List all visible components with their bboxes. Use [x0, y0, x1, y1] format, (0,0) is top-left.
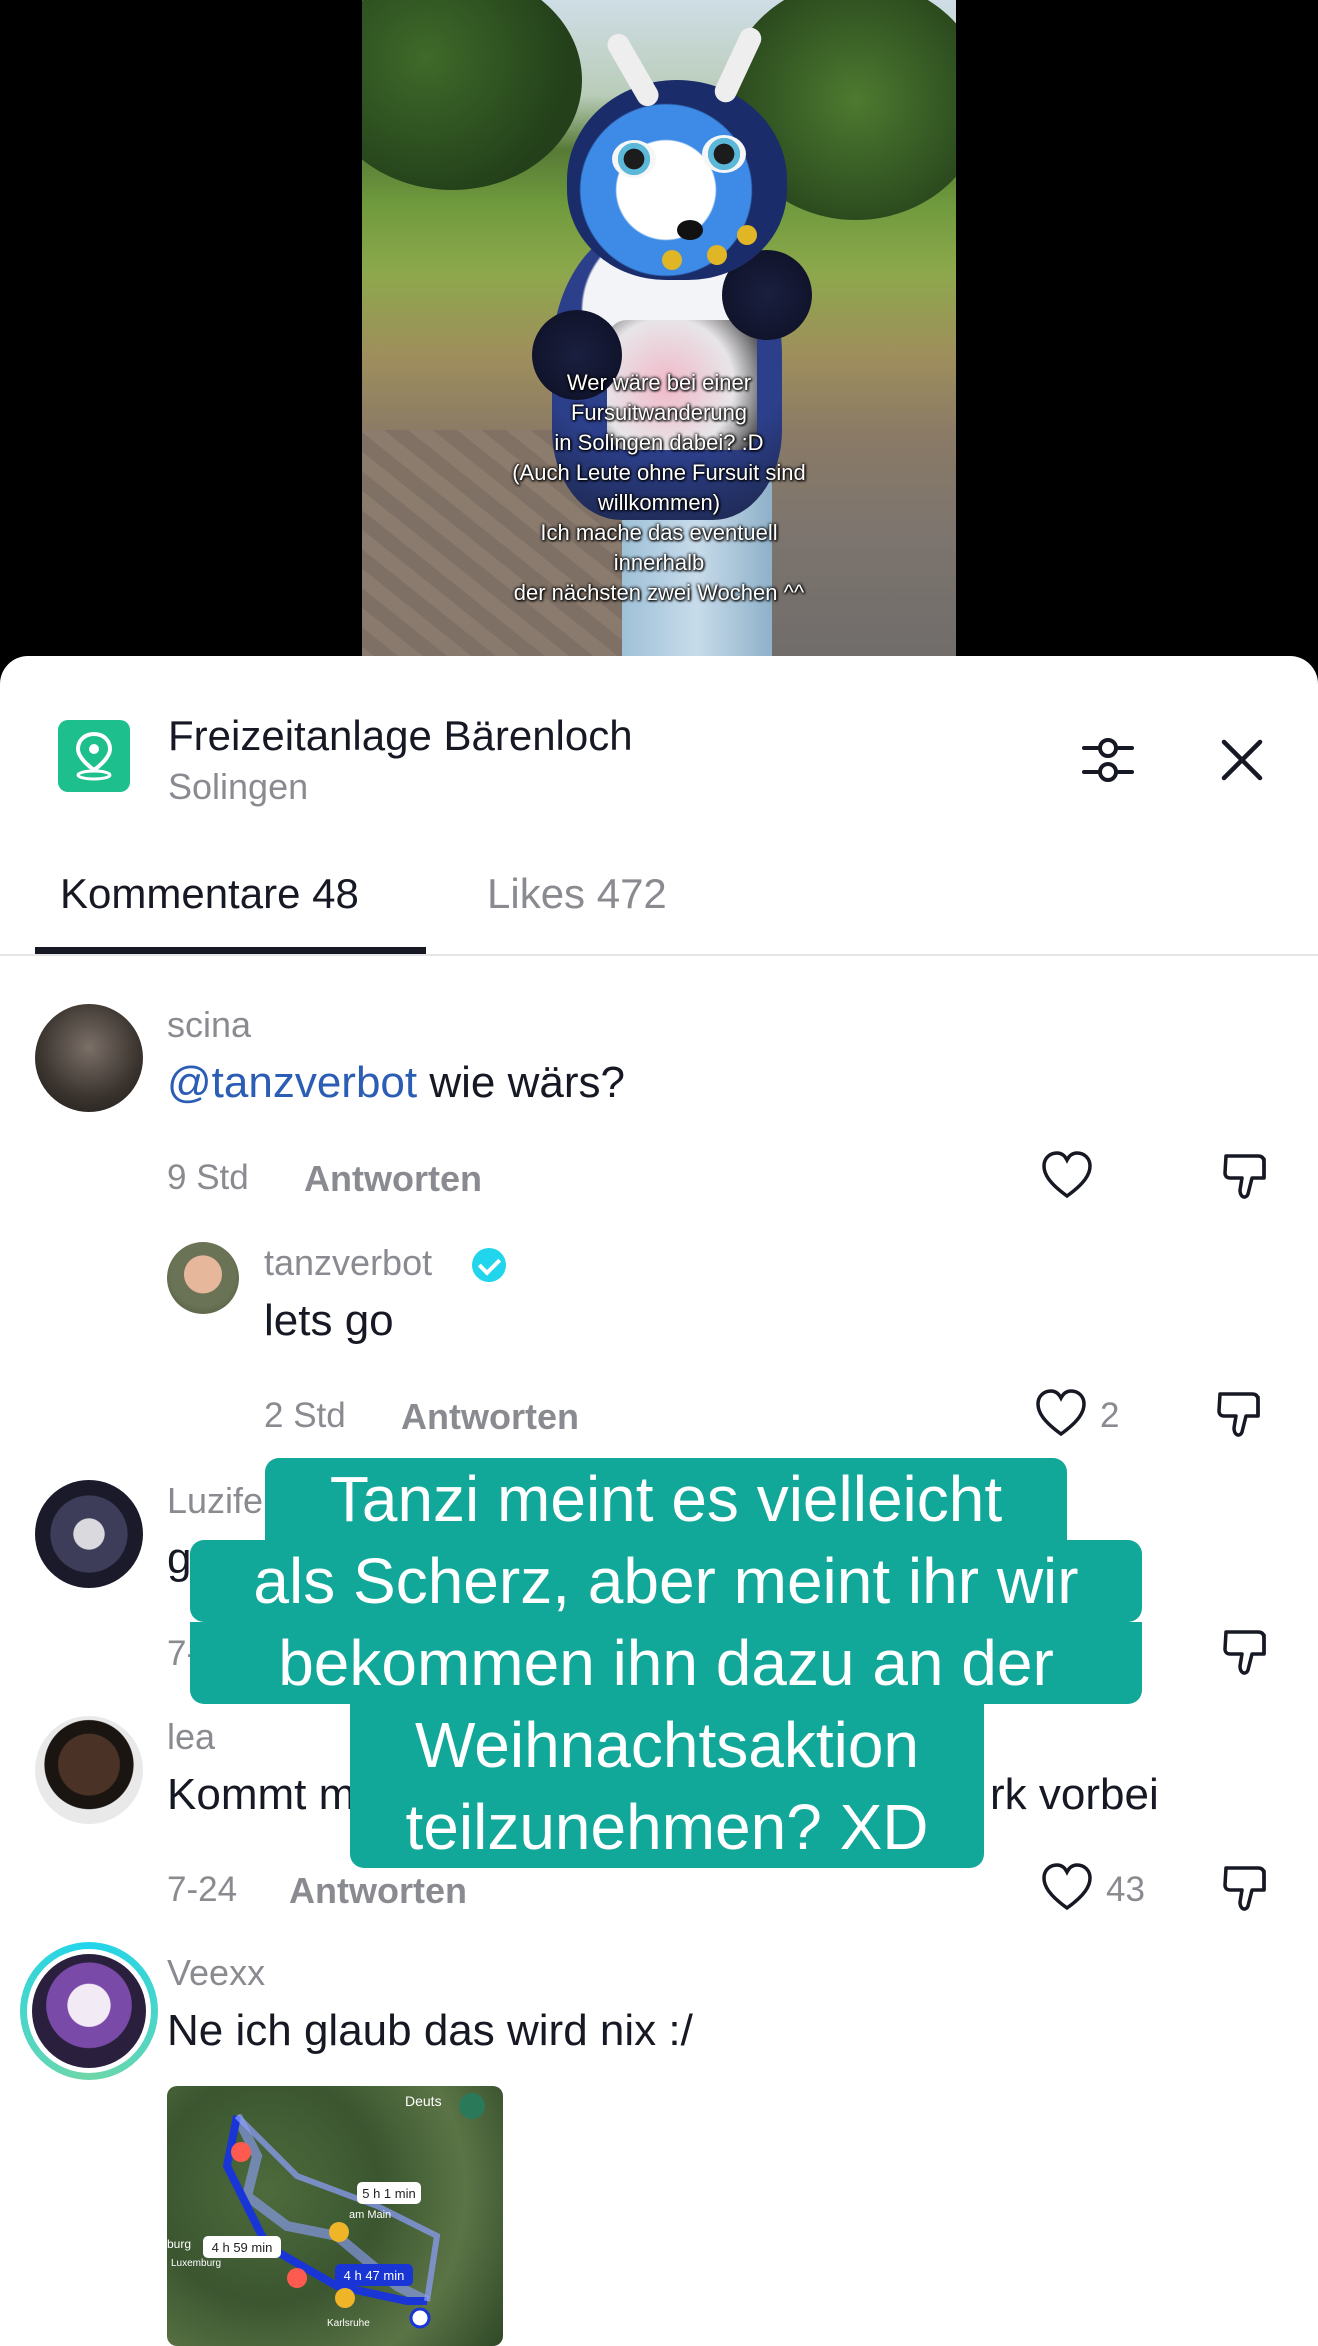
comment-time: 2 Std — [264, 1396, 346, 1435]
like-count: 2 — [1100, 1396, 1120, 1435]
comment-username[interactable]: lea — [167, 1716, 215, 1758]
reply-button[interactable]: Antworten — [304, 1158, 482, 1200]
overlay-line: Tanzi meint es vielleicht — [265, 1458, 1067, 1540]
location-title: Freizeitanlage Bärenloch — [168, 712, 633, 759]
heart-icon[interactable] — [1039, 1148, 1095, 1204]
map-label: Karlsruhe — [327, 2318, 370, 2329]
comment-username[interactable]: Luzife — [167, 1480, 263, 1522]
verified-badge-icon — [472, 1248, 506, 1282]
comment-image-map[interactable]: 5 h 1 min 4 h 59 min 4 h 47 min Deuts am… — [167, 2086, 503, 2346]
comment-username[interactable]: Veexx — [167, 1952, 265, 1994]
map-label: Deuts — [405, 2093, 442, 2109]
avatar[interactable] — [35, 1480, 143, 1588]
dislike-icon[interactable] — [1218, 1624, 1274, 1680]
overlay-line: Weihnachtsaktion — [350, 1704, 984, 1786]
location-header[interactable]: Freizeitanlage Bärenloch Solingen — [0, 656, 1318, 826]
like-count: 43 — [1106, 1870, 1145, 1909]
close-button[interactable] — [1214, 732, 1270, 788]
tab-comments[interactable]: Kommentare 48 — [60, 870, 359, 918]
map-label: burg — [167, 2237, 191, 2251]
map-label: Luxemburg — [171, 2258, 221, 2269]
overlay-line: als Scherz, aber meint ihr wir — [190, 1540, 1142, 1622]
tab-likes[interactable]: Likes 472 — [487, 870, 667, 918]
map-label: 4 h 59 min — [212, 2240, 273, 2255]
map-label: 4 h 47 min — [344, 2268, 405, 2283]
location-pin-icon — [58, 720, 130, 792]
avatar-story-ring[interactable] — [20, 1942, 158, 2080]
close-icon — [1221, 739, 1263, 781]
dislike-icon[interactable] — [1218, 1860, 1274, 1916]
comment-username[interactable]: scina — [167, 1004, 251, 1046]
avatar[interactable] — [35, 1004, 143, 1112]
comment-text: Ne ich glaub das wird nix :/ — [167, 2006, 693, 2055]
comment-time: 9 Std — [167, 1158, 249, 1197]
heart-icon[interactable] — [1039, 1860, 1095, 1916]
heart-icon[interactable] — [1033, 1386, 1089, 1442]
overlay-line: teilzunehmen? XD — [350, 1786, 984, 1868]
avatar[interactable] — [35, 1716, 143, 1824]
overlay-line: bekommen ihn dazu an der — [190, 1622, 1142, 1704]
comment-text: @tanzverbot wie wärs? — [167, 1058, 625, 1107]
comment-time: 7-24 — [167, 1870, 238, 1909]
comment-username[interactable]: tanzverbot — [264, 1242, 432, 1284]
active-tab-indicator — [35, 947, 426, 954]
dislike-icon[interactable] — [1218, 1148, 1274, 1204]
tab-bar: Kommentare 48 Likes 472 — [0, 832, 1318, 956]
location-subtitle: Solingen — [168, 766, 309, 807]
filter-button[interactable] — [1078, 732, 1138, 788]
sliders-icon — [1082, 738, 1134, 782]
reply-button[interactable]: Antworten — [289, 1870, 467, 1912]
comment-text: lets go — [264, 1296, 394, 1345]
comment-text: Kommt m — [167, 1770, 356, 1819]
map-label: am Main — [349, 2209, 391, 2221]
comment-text: g — [167, 1534, 192, 1583]
reply-button[interactable]: Antworten — [401, 1396, 579, 1438]
map-label: 5 h 1 min — [362, 2186, 415, 2201]
avatar[interactable] — [167, 1242, 239, 1314]
mention-link[interactable]: @tanzverbot — [167, 1058, 417, 1107]
route-map: 5 h 1 min 4 h 59 min 4 h 47 min Deuts am… — [167, 2093, 485, 2329]
comment-text-continued: rk vorbei — [990, 1770, 1159, 1819]
video-player[interactable]: Wer wäre bei einer Fursuitwanderung in S… — [0, 0, 1318, 680]
video-caption: Wer wäre bei einer Fursuitwanderung in S… — [512, 370, 806, 605]
dislike-icon[interactable] — [1212, 1386, 1268, 1442]
